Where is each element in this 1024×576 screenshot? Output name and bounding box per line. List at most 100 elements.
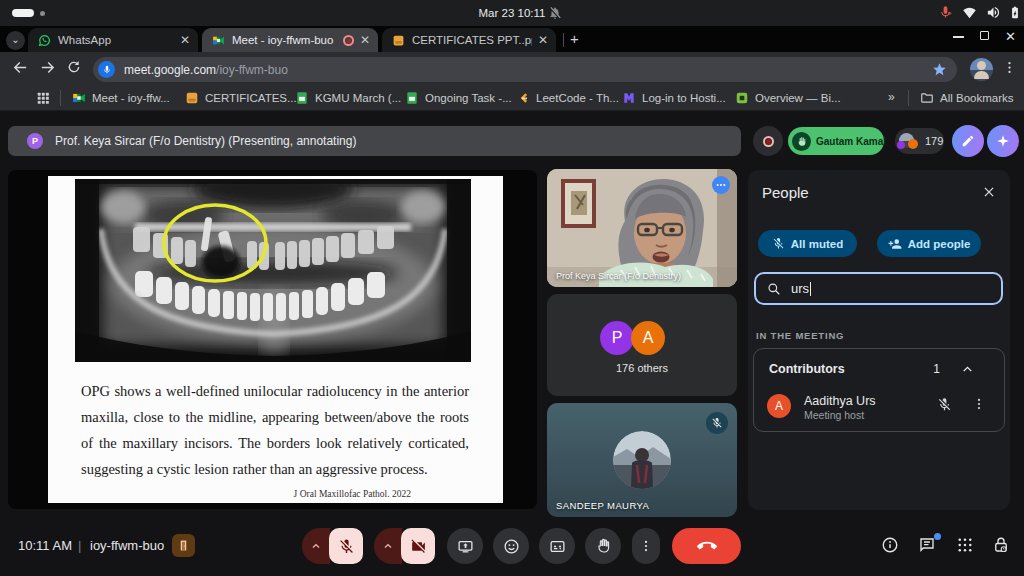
meet-icon <box>72 91 86 105</box>
bookmark-star-icon[interactable] <box>932 62 947 77</box>
tab-whatsapp[interactable]: WhatsApp ✕ <box>28 28 198 52</box>
presenter-webcam-video <box>547 169 737 287</box>
member-name: Aadithya Urs <box>804 394 876 408</box>
member-mic-off-icon[interactable] <box>937 397 952 412</box>
bottom-separator: | <box>78 538 81 553</box>
ppt-file-icon <box>392 34 405 47</box>
tab-close-icon[interactable]: ✕ <box>180 33 190 47</box>
whatsapp-icon <box>38 34 51 47</box>
video-tile-others[interactable]: P A 176 others <box>547 294 737 396</box>
chat-notification-dot <box>934 533 941 540</box>
ppt-file-icon <box>185 91 199 105</box>
new-tab-button[interactable]: + <box>570 30 579 47</box>
collapse-chevron-icon[interactable] <box>961 363 974 376</box>
participant-count: 179 <box>925 135 943 147</box>
mic-options-chevron[interactable] <box>302 528 330 564</box>
people-panel: People All muted Add people urs IN THE M… <box>748 170 1010 510</box>
site-permissions-icon[interactable] <box>98 61 115 78</box>
mic-control-group <box>302 528 363 564</box>
opg-xray-image <box>75 179 471 362</box>
leetcode-icon <box>516 91 530 105</box>
presentation-area[interactable]: OPG shows a well-defined unilocular radi… <box>8 170 537 509</box>
camera-options-chevron[interactable] <box>374 528 402 564</box>
meeting-details-icon[interactable] <box>881 536 899 554</box>
bookmark-leetcode[interactable]: LeetCode - Th... <box>516 89 619 107</box>
meeting-code: ioy-ffwm-buo <box>90 538 164 553</box>
video-tile-presenter[interactable]: Prof Keya Sircar (F/o Dentistry) <box>547 169 737 287</box>
window-minimize-button[interactable] <box>953 36 964 38</box>
folder-icon <box>920 91 934 105</box>
others-avatar-a: A <box>631 321 665 355</box>
tab-close-icon[interactable]: ✕ <box>538 33 548 47</box>
bookmark-meet[interactable]: Meet - ioy-ffw... <box>72 89 170 107</box>
meeting-time: 10:11 AM <box>18 538 72 553</box>
tab-search-button[interactable]: ⌄ <box>6 31 25 50</box>
add-people-button[interactable]: Add people <box>877 230 981 257</box>
recording-indicator[interactable] <box>753 126 783 156</box>
contributors-title: Contributors <box>769 362 845 376</box>
tab-meet[interactable]: Meet - ioy-ffwm-buo ✕ <box>202 28 378 52</box>
hand-icon <box>595 538 611 554</box>
end-call-button[interactable] <box>672 528 741 564</box>
search-icon <box>767 282 781 296</box>
window-close-button[interactable]: ✕ <box>1005 29 1016 44</box>
chat-icon[interactable] <box>918 536 936 554</box>
participant-avatars <box>899 131 921 151</box>
volume-icon[interactable] <box>986 5 1001 20</box>
camera-off-button[interactable] <box>401 528 435 564</box>
sheets-icon <box>295 91 309 105</box>
presenter-banner-text: Prof. Keya Sircar (F/o Dentistry) (Prese… <box>55 134 356 148</box>
activities-icon[interactable] <box>956 536 974 554</box>
bookmark-certificates[interactable]: CERTIFICATES... <box>185 89 297 107</box>
video-tile-participant[interactable]: SANDEEP MAURYA <box>547 403 737 517</box>
gemini-button[interactable] <box>987 125 1019 157</box>
hosting-icon <box>622 91 636 105</box>
people-search-input[interactable]: urs <box>754 272 1003 305</box>
raise-hand-button[interactable] <box>585 528 621 564</box>
address-bar[interactable]: meet.google.com/ioy-ffwm-buo <box>93 57 957 82</box>
all-muted-button[interactable]: All muted <box>758 230 857 257</box>
reload-button[interactable] <box>66 59 82 75</box>
back-button[interactable] <box>12 59 29 76</box>
share-screen-button[interactable] <box>447 528 483 564</box>
close-panel-icon[interactable] <box>982 185 996 199</box>
bookmarks-overflow-chevron[interactable]: » <box>888 90 895 104</box>
tile-options-button[interactable] <box>712 176 730 194</box>
bookmark-overview[interactable]: Overview — Bi... <box>735 89 841 107</box>
bookmarks-divider <box>60 90 61 106</box>
browser-menu-icon[interactable] <box>1002 60 1017 75</box>
system-mic-icon[interactable] <box>938 5 953 20</box>
bookmark-ongoing[interactable]: Ongoing Task -... <box>405 89 512 107</box>
mic-muted-button[interactable] <box>329 528 363 564</box>
profile-avatar[interactable] <box>970 58 993 81</box>
participant-count-pill[interactable]: 179 <box>895 128 944 154</box>
bookmark-kgmu[interactable]: KGMU March (... <box>295 89 401 107</box>
hand-raised-pill[interactable]: Gautam Kamal <box>788 127 884 155</box>
forward-button[interactable] <box>39 59 56 76</box>
all-bookmarks-button[interactable]: All Bookmarks <box>920 89 1014 107</box>
room-icon[interactable] <box>172 534 195 557</box>
more-options-button[interactable] <box>632 528 660 564</box>
bookmark-login[interactable]: Log-in to Hosti... <box>622 89 726 107</box>
captions-button[interactable] <box>539 528 575 564</box>
tab-close-icon[interactable]: ✕ <box>360 33 370 47</box>
pen-icon <box>961 134 975 148</box>
tab-certificates[interactable]: CERTIFICATES PPT..pptx ✕ <box>382 28 556 52</box>
mic-off-icon <box>772 237 785 250</box>
bookmark-label: All Bookmarks <box>940 92 1014 104</box>
host-controls-icon[interactable] <box>992 536 1010 554</box>
bookmark-label: KGMU March (... <box>315 92 401 104</box>
member-options-icon[interactable] <box>972 397 986 411</box>
member-role: Meeting host <box>804 409 864 421</box>
url-text: meet.google.com/ioy-ffwm-buo <box>124 63 288 77</box>
bookmarks-divider <box>908 90 909 106</box>
tile-label: SANDEEP MAURYA <box>556 500 649 511</box>
wifi-icon[interactable] <box>962 5 977 20</box>
reactions-button[interactable] <box>493 528 529 564</box>
apps-grid-icon[interactable] <box>36 91 50 105</box>
window-restore-button[interactable] <box>980 31 989 40</box>
battery-icon[interactable] <box>1008 5 1022 20</box>
annotate-button[interactable] <box>952 125 984 157</box>
meet-icon <box>212 34 225 47</box>
present-icon <box>457 538 474 555</box>
